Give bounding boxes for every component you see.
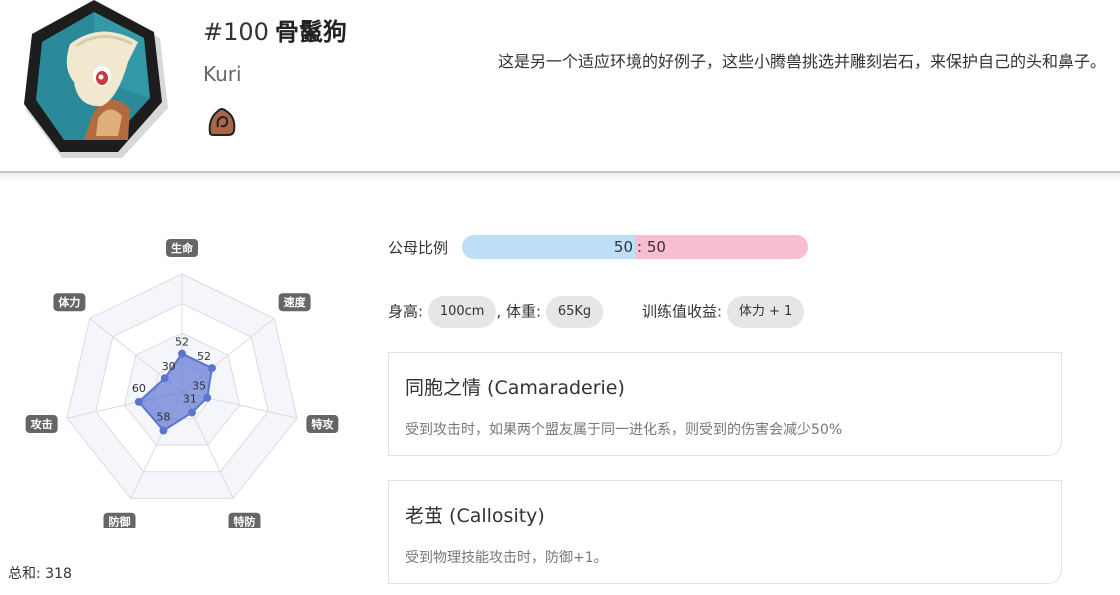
stat-name-label: 生命 (171, 241, 194, 255)
stat-name-label: 特攻 (311, 417, 334, 431)
ground-type-icon (208, 108, 236, 136)
pokemon-name: 骨鬣狗 (274, 18, 347, 46)
radar-value-label: 35 (192, 380, 206, 393)
radar-data-point (187, 408, 196, 417)
radar-data-point (159, 426, 168, 435)
stat-name-label: 攻击 (31, 417, 53, 431)
radar-value-label: 31 (183, 393, 197, 406)
pokemon-description: 这是另一个适应环境的好例子，这些小腾兽挑选并雕刻岩石，来保护自己的头和鼻子。 (498, 52, 1107, 71)
ability-description: 受到物理技能攻击时，防御+1。 (405, 550, 608, 566)
gender-ratio-bar: 50 : 50 (462, 235, 808, 259)
training-row: 训练值收益: 体力 + 1 (642, 296, 805, 328)
ability-title: 老茧 (Callosity) (405, 505, 545, 527)
radar-value-label: 58 (156, 411, 170, 424)
stat-name-label: 特防 (233, 515, 255, 528)
gender-female-segment: : 50 (635, 235, 808, 259)
radar-data-point (178, 349, 186, 358)
pokemon-title: #100 骨鬣狗 (203, 12, 347, 47)
stats-total: 总和: 318 (8, 566, 72, 582)
radar-value-label: 60 (132, 382, 146, 395)
gender-female-value: 50 (646, 238, 666, 256)
radar-data-point (134, 397, 143, 406)
pokemon-avatar (24, 0, 168, 158)
header-shadow (0, 173, 1120, 182)
ability-card: 老茧 (Callosity) 受到物理技能攻击时，防御+1。 (388, 480, 1062, 584)
weight-value: 65Kg (545, 296, 604, 328)
gender-ratio-label: 公母比例 (388, 239, 449, 257)
radar-value-label: 52 (197, 350, 211, 363)
radar-data-point (207, 364, 216, 373)
stat-name-label: 体力 (58, 295, 80, 309)
radar-data-point (160, 374, 169, 383)
stat-name-label: 速度 (284, 295, 307, 309)
gender-separator: : (637, 238, 643, 256)
pokemon-english-name: Kuri (203, 62, 242, 86)
height-value: 100cm (427, 296, 497, 328)
ability-card: 同胞之情 (Camaraderie) 受到攻击时，如果两个盟友属于同一进化系，则… (388, 352, 1062, 456)
gender-male-value: 50 (613, 238, 633, 256)
ability-description: 受到攻击时，如果两个盟友属于同一进化系，则受到的伤害会减少50% (405, 422, 843, 438)
ability-title: 同胞之情 (Camaraderie) (405, 377, 625, 399)
training-label: 训练值收益: (642, 302, 723, 321)
radar-value-label: 30 (162, 360, 176, 373)
gender-male-segment: 50 (462, 235, 635, 259)
pokemon-number: #100 (203, 18, 269, 46)
body-stats-row: 身高: 100cm, 体重: 65Kg (388, 296, 604, 328)
radar-value-label: 52 (175, 336, 189, 349)
stats-radar-chart: 52 52 3531 58 60 30 生命速度特攻特防 防御 攻击 体力 (25, 239, 339, 528)
height-label: 身高: (388, 302, 424, 321)
header: #100 骨鬣狗 Kuri 这是另一个适应环境的好例子，这些小腾兽挑选并雕刻岩石，… (0, 0, 1120, 172)
radar-data-point (203, 393, 212, 402)
weight-label: , 体重: (496, 302, 542, 321)
stat-name-label: 防御 (109, 515, 131, 528)
training-value: 体力 + 1 (726, 296, 805, 328)
